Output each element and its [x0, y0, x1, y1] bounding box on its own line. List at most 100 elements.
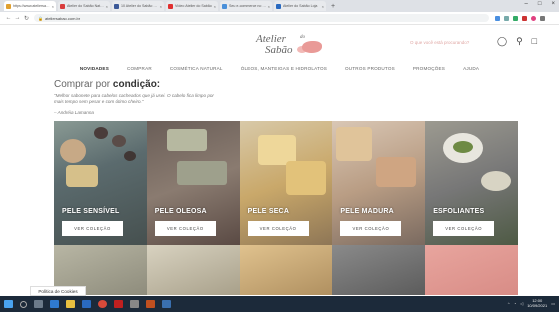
nav-item-ajuda[interactable]: AJUDA [463, 66, 479, 74]
close-window-icon[interactable]: × [551, 1, 555, 7]
logo-text: Sabão [265, 44, 293, 56]
card-image [124, 151, 136, 161]
extension-icon[interactable] [513, 15, 518, 21]
forward-icon[interactable]: → [13, 15, 22, 21]
extension-icon[interactable] [504, 15, 509, 21]
extension-icon[interactable] [522, 15, 527, 21]
favicon-icon [114, 3, 119, 9]
close-icon[interactable]: × [214, 4, 216, 9]
view-collection-button[interactable]: VER COLEÇÃO [154, 221, 216, 236]
browser-tab[interactable]: Seu e-commerce no figma× [220, 1, 272, 11]
view-collection-button[interactable]: VER COLEÇÃO [433, 221, 495, 236]
user-icon[interactable]: ◯ [497, 36, 507, 47]
nav-item-cosmetica-natural[interactable]: COSMÉTICA NATURAL [170, 66, 223, 74]
testimonial-quote: "Melhor sabonete para cabelos cacheados … [54, 93, 214, 104]
file-explorer-icon[interactable] [66, 300, 75, 308]
view-collection-button[interactable]: VER COLEÇÃO [340, 221, 402, 236]
menu-icon[interactable] [540, 15, 545, 21]
tab-title: https://www.ateliersabao.com.br [13, 4, 51, 8]
section-title: Comprar por condição: [54, 79, 160, 90]
second-card-row [54, 245, 518, 295]
url-text: ateliersabao.com.br [44, 15, 81, 21]
reload-icon[interactable]: ↻ [22, 15, 31, 22]
chevron-up-icon[interactable]: ^ [508, 301, 510, 306]
close-icon[interactable]: × [106, 4, 108, 9]
acrobat-icon[interactable] [114, 300, 123, 308]
category-card[interactable]: PELE OLEOSA VER COLEÇÃO [146, 121, 240, 245]
app-icon[interactable] [130, 300, 139, 308]
browser-tab[interactable]: Vídeo Atelier do Sabão × [166, 1, 218, 11]
favicon-icon [222, 3, 227, 9]
category-card[interactable]: PELE SECA VER COLEÇÃO [239, 121, 333, 245]
minimize-icon[interactable]: – [525, 1, 528, 7]
card-label: PELE SENSÍVEL [62, 208, 120, 215]
card-image [336, 127, 373, 161]
star-icon[interactable] [495, 15, 500, 21]
maximize-icon[interactable]: □ [538, 1, 542, 7]
nav-item-novidades[interactable]: NOVIDADES [80, 66, 109, 74]
nav-item-outros-produtos[interactable]: OUTROS PRODUTOS [345, 66, 395, 74]
search-icon[interactable]: ⚲ [516, 36, 523, 47]
tab-title: Vídeo Atelier do Sabão [175, 4, 212, 8]
logo-text: do [300, 35, 305, 40]
card-image [376, 157, 417, 187]
app-icon[interactable] [146, 300, 155, 308]
chrome-icon[interactable] [98, 300, 107, 308]
profile-icon[interactable] [531, 15, 536, 21]
clock-date: 10/09/2021 [527, 303, 548, 308]
header-icons: ◯ ⚲ □ [497, 36, 537, 47]
category-card-image[interactable] [239, 245, 333, 295]
windows-start-icon[interactable] [4, 300, 13, 308]
card-image [112, 135, 126, 147]
tab-title: Seu e-commerce no figma [229, 4, 267, 8]
browser-tab[interactable]: 10 Atelier do Sabão Facebook× [112, 1, 164, 11]
tab-title: Atelier do Sabão Naturais [67, 4, 105, 8]
browser-tab[interactable]: https://www.ateliersabao.com.br× [4, 1, 56, 11]
close-icon[interactable]: × [322, 4, 324, 9]
mail-icon[interactable] [50, 300, 59, 308]
system-tray: ^ ◔ ◁ 12:00 10/09/2021 ▭ [508, 298, 555, 308]
cart-icon[interactable]: □ [532, 36, 537, 47]
system-clock[interactable]: 12:00 10/09/2021 [527, 298, 547, 308]
category-card[interactable]: PELE SENSÍVEL VER COLEÇÃO [54, 121, 147, 245]
task-view-icon[interactable] [34, 300, 43, 308]
card-label: PELE SECA [247, 208, 290, 215]
view-collection-button[interactable]: VER COLEÇÃO [247, 221, 309, 236]
favicon-icon [276, 3, 281, 9]
close-icon[interactable]: × [160, 4, 162, 9]
volume-icon[interactable]: ◁ [520, 301, 523, 306]
browser-tab[interactable]: Atelier do Sabão Loja × [274, 1, 326, 11]
search-icon[interactable] [20, 300, 27, 308]
wifi-icon[interactable]: ◔ [514, 301, 516, 306]
close-icon[interactable]: × [268, 4, 270, 9]
notifications-icon[interactable]: ▭ [551, 301, 555, 306]
view-collection-button[interactable]: VER COLEÇÃO [62, 221, 123, 236]
address-bar: ← → ↻ 🔒 ateliersabao.com.br [0, 12, 559, 25]
category-card-image[interactable] [332, 245, 426, 295]
category-card-image[interactable] [146, 245, 240, 295]
category-card[interactable]: ESFOLIANTES VER COLEÇÃO [425, 121, 518, 245]
card-image [285, 161, 326, 195]
browser-tab[interactable]: Atelier do Sabão Naturais × [58, 1, 110, 11]
category-card-image[interactable] [425, 245, 518, 295]
new-tab-button[interactable]: + [331, 3, 335, 10]
back-icon[interactable]: ← [4, 15, 13, 21]
soap-logo-icon [302, 41, 322, 53]
nav-item-comprar[interactable]: COMPRAR [127, 66, 152, 74]
close-icon[interactable]: × [52, 4, 54, 9]
search-input[interactable]: O que você está procurando? [410, 40, 469, 45]
lock-icon: 🔒 [38, 15, 43, 21]
nav-item-promocoes[interactable]: PROMOÇÕES [413, 66, 445, 74]
url-input[interactable]: 🔒 ateliersabao.com.br [34, 14, 489, 22]
site-logo[interactable]: Atelier do Sabão [256, 33, 326, 59]
store-icon[interactable] [82, 300, 91, 308]
section-title-prefix: Comprar por [54, 79, 113, 90]
testimonial-author: – Andréia Lamanna [54, 110, 94, 115]
cookie-policy-button[interactable]: Política de Cookies [30, 286, 86, 296]
favicon-icon [60, 3, 65, 9]
nav-item-oleos[interactable]: ÓLEOS, MANTEIGAS E HIDROLATOS [241, 66, 327, 74]
app-icon[interactable] [162, 300, 171, 308]
card-image [481, 171, 512, 191]
category-card[interactable]: PELE MADURA VER COLEÇÃO [332, 121, 426, 245]
browser-tab-strip: https://www.ateliersabao.com.br× Atelier… [0, 0, 559, 12]
